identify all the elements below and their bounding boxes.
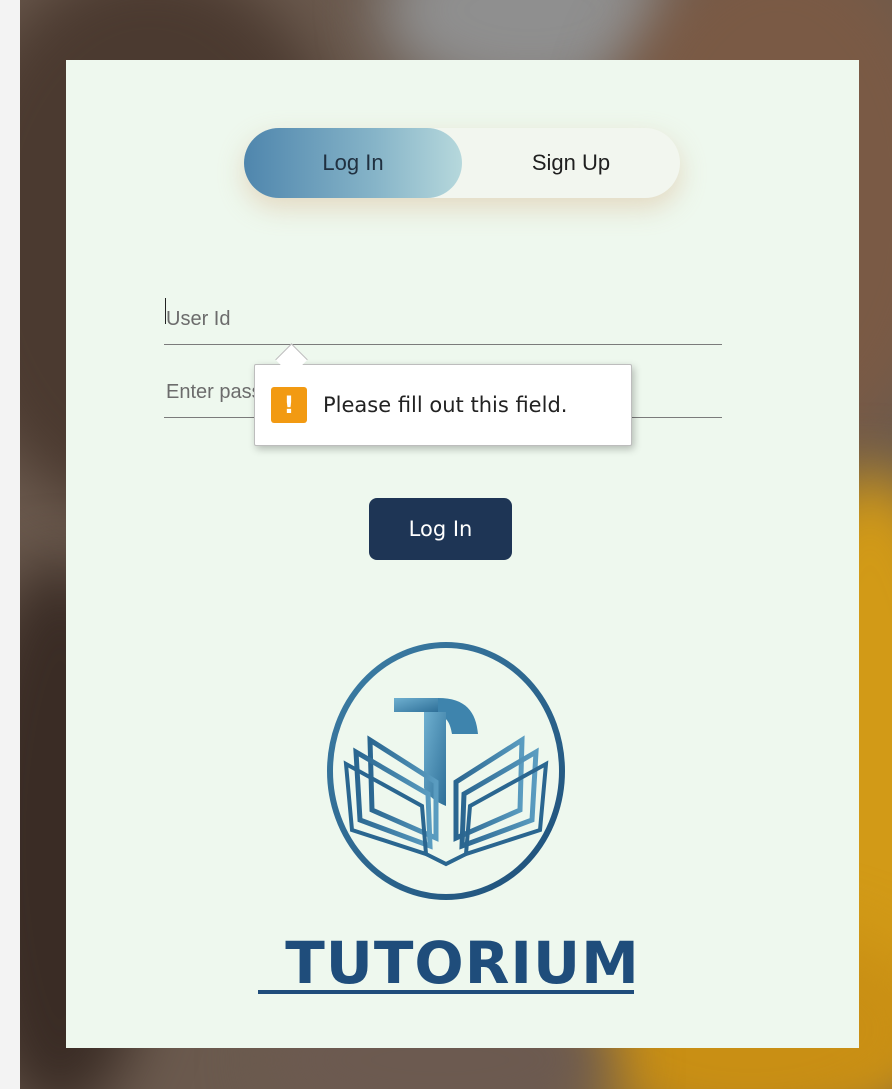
brand-wordmark: TUTORIUM — [285, 929, 640, 997]
brand-underline — [258, 990, 634, 994]
tab-log-in[interactable]: Log In — [244, 128, 462, 198]
tab-sign-up[interactable]: Sign Up — [462, 128, 680, 198]
tutorium-logo — [326, 642, 566, 904]
open-book-t-logo-icon — [327, 642, 565, 900]
warning-icon: ! — [271, 387, 307, 423]
login-card: Log In Sign Up ! Please fill out this fi… — [66, 60, 859, 1048]
validation-tooltip: ! Please fill out this field. — [254, 364, 632, 446]
window-edge — [0, 0, 20, 1089]
user-id-input[interactable] — [164, 294, 722, 345]
validation-message: Please fill out this field. — [323, 393, 568, 417]
text-caret — [165, 298, 166, 324]
auth-mode-toggle: Log In Sign Up — [244, 128, 680, 198]
login-button[interactable]: Log In — [369, 498, 512, 560]
